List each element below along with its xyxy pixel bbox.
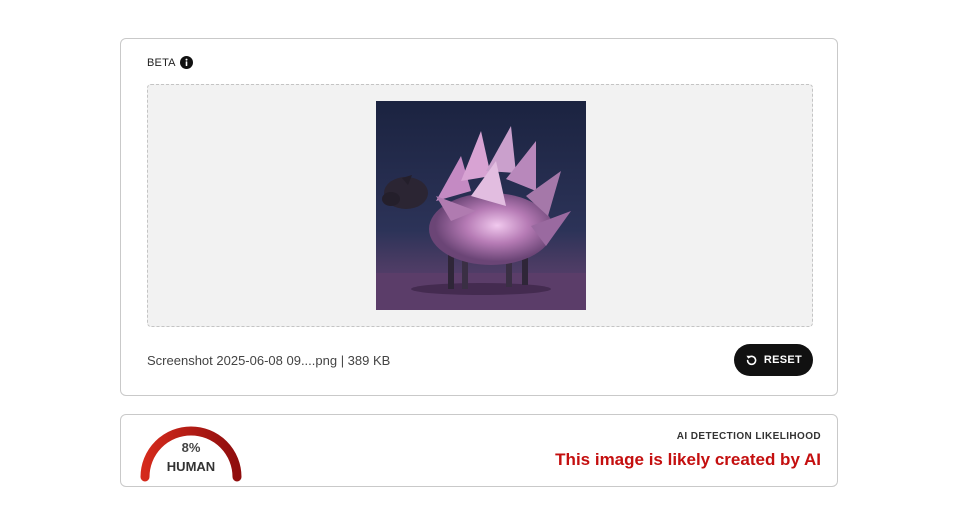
upload-card: BETA Screenshot 2025-06-08 09....png | 3… [120,38,838,396]
uploaded-image-preview [376,101,586,310]
reset-button[interactable]: RESET [734,344,813,376]
beta-label: BETA [147,56,176,69]
beta-header: BETA [147,56,193,69]
info-icon[interactable] [179,56,193,69]
gauge-label: HUMAN [166,459,216,474]
reset-label: RESET [763,354,803,366]
file-info: Screenshot 2025-06-08 09....png | 389 KB [147,353,391,368]
likelihood-title: AI DETECTION LIKELIHOOD [676,431,821,442]
rotate-left-icon [745,354,758,367]
image-dropzone[interactable] [147,84,813,327]
likelihood-verdict: This image is likely created by AI [555,450,821,469]
gauge-percentage: 8% [181,440,201,455]
result-card: 8% HUMAN AI DETECTION LIKELIHOOD This im… [120,414,838,487]
